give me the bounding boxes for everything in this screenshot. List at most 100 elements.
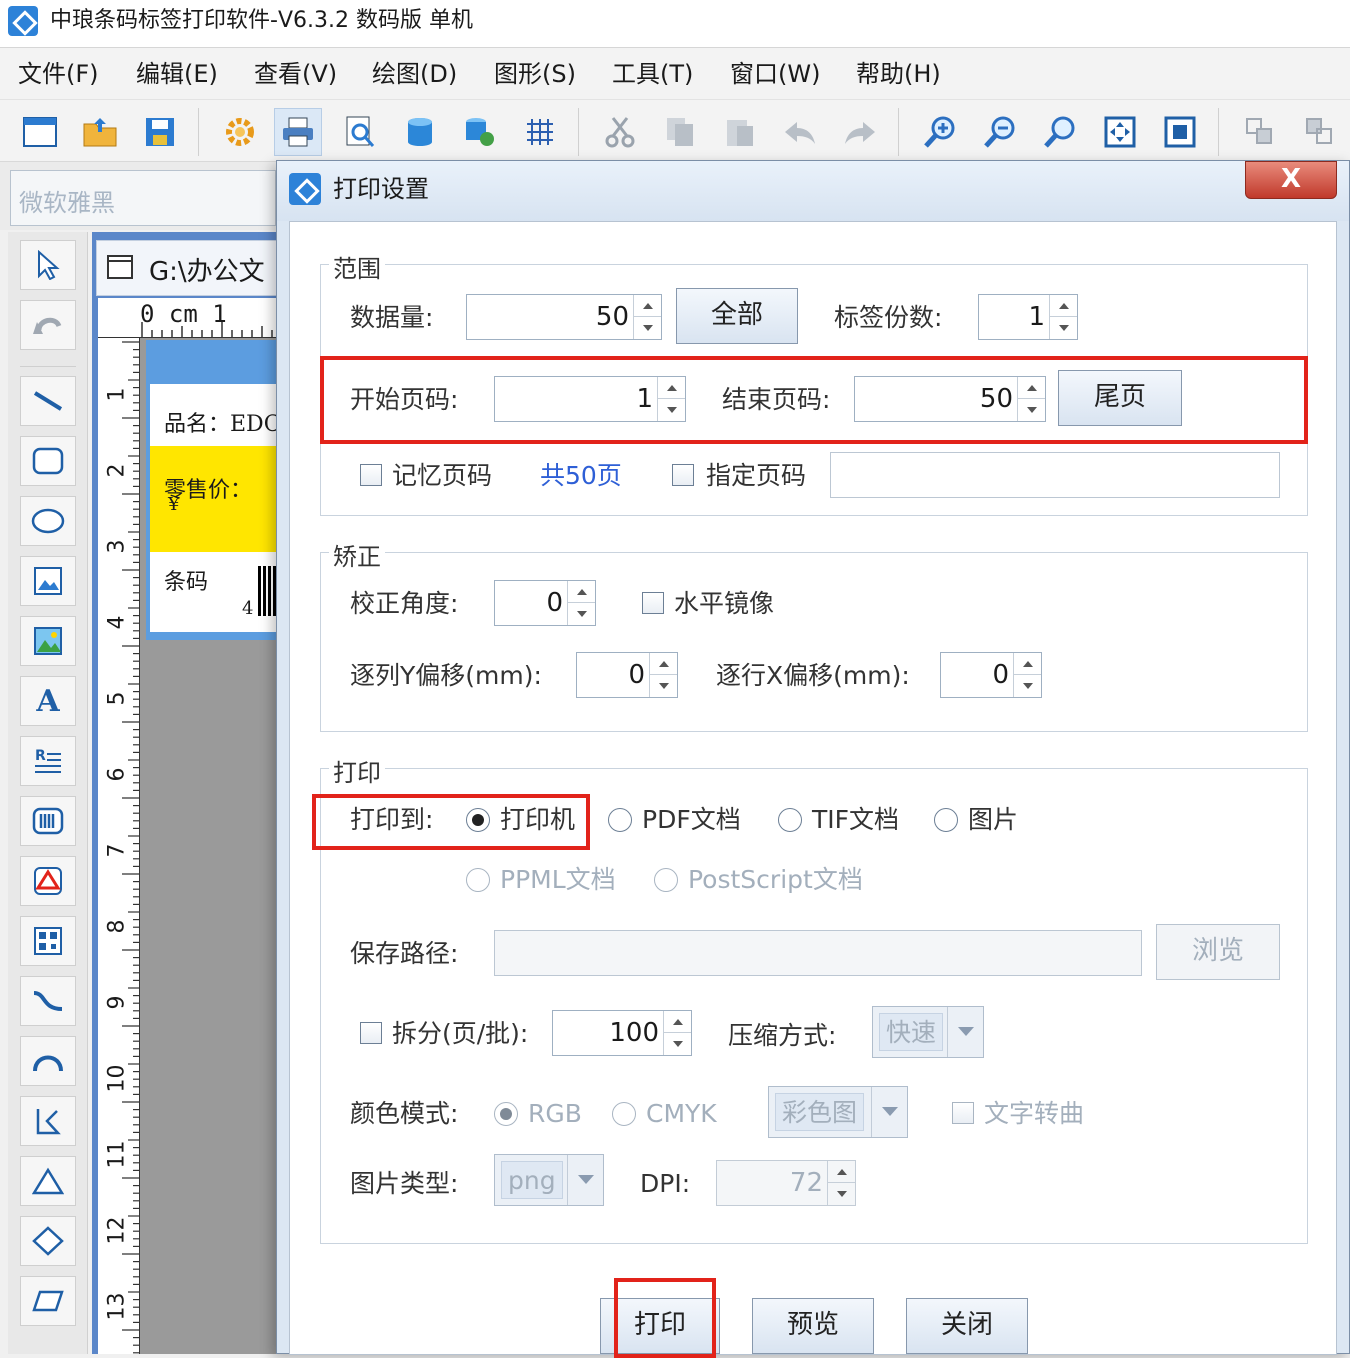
curve-tool-icon[interactable]	[20, 976, 76, 1026]
all-button[interactable]: 全部	[676, 288, 798, 344]
spin-arrows-icon[interactable]	[663, 1011, 691, 1055]
paste-icon[interactable]	[716, 108, 764, 156]
dpi-spinner[interactable]: 72	[716, 1160, 856, 1206]
text-to-curve-checkbox[interactable]	[952, 1102, 974, 1124]
copy-icon[interactable]	[656, 108, 704, 156]
qrcode-tool-icon[interactable]	[20, 916, 76, 966]
menu-view[interactable]: 查看(V)	[254, 58, 337, 90]
target-printer-radio[interactable]	[466, 808, 490, 832]
spin-arrows-icon[interactable]	[827, 1161, 855, 1205]
line-tool-icon[interactable]	[20, 376, 76, 426]
open-icon[interactable]	[76, 108, 124, 156]
polyline-tool-icon[interactable]	[20, 1096, 76, 1146]
font-family-select[interactable]: 微软雅黑	[10, 170, 276, 226]
col-y-offset-spinner[interactable]: 0	[576, 652, 678, 698]
triangle-tool-icon[interactable]	[20, 1156, 76, 1206]
spin-arrows-icon[interactable]	[633, 295, 661, 339]
menu-file[interactable]: 文件(F)	[18, 58, 99, 90]
bring-front-icon[interactable]	[1236, 108, 1284, 156]
rounded-rectangle-tool-icon[interactable]	[20, 436, 76, 486]
split-checkbox[interactable]	[360, 1022, 382, 1044]
print-button[interactable]: 打印	[600, 1298, 720, 1354]
zoom-out-icon[interactable]	[976, 108, 1024, 156]
redo-icon[interactable]	[836, 108, 884, 156]
database-settings-icon[interactable]	[456, 108, 504, 156]
logo-tool-icon[interactable]	[20, 856, 76, 906]
menu-tools[interactable]: 工具(T)	[612, 58, 693, 90]
actual-size-icon[interactable]	[1156, 108, 1204, 156]
compression-select[interactable]: 快速	[872, 1006, 984, 1058]
menu-window[interactable]: 窗口(W)	[730, 58, 820, 90]
target-tif-radio[interactable]	[778, 808, 802, 832]
copies-spinner[interactable]: 1	[978, 294, 1078, 340]
data-count-spinner[interactable]: 50	[466, 294, 662, 340]
preview-button[interactable]: 预览	[752, 1298, 874, 1354]
target-pdf-radio[interactable]	[608, 808, 632, 832]
ellipse-tool-icon[interactable]	[20, 496, 76, 546]
send-back-icon[interactable]	[1296, 108, 1344, 156]
start-page-spinner[interactable]: 1	[494, 376, 686, 422]
image-tool-icon[interactable]	[20, 556, 76, 606]
zoom-icon[interactable]	[1036, 108, 1084, 156]
menu-draw[interactable]: 绘图(D)	[372, 58, 457, 90]
label-product-name[interactable]: 品名：EDC	[164, 406, 281, 438]
chevron-down-icon[interactable]	[567, 1155, 603, 1205]
select-pointer-icon[interactable]	[20, 240, 76, 290]
dialog-close-button[interactable]: X	[1245, 161, 1337, 199]
spin-arrows-icon[interactable]	[1017, 377, 1045, 421]
spin-arrows-icon[interactable]	[649, 653, 677, 697]
multiline-text-tool-icon[interactable]: R	[20, 736, 76, 786]
split-spinner[interactable]: 100	[552, 1010, 692, 1056]
parallelogram-tool-icon[interactable]	[20, 1276, 76, 1326]
menu-help[interactable]: 帮助(H)	[856, 58, 941, 90]
spin-arrows-icon[interactable]	[567, 581, 595, 625]
rotate-tool-icon[interactable]	[20, 300, 76, 350]
last-page-button[interactable]: 尾页	[1058, 370, 1182, 426]
target-image-radio[interactable]	[934, 808, 958, 832]
save-path-input[interactable]	[494, 930, 1142, 976]
arc-tool-icon[interactable]	[20, 1036, 76, 1086]
angle-spinner[interactable]: 0	[494, 580, 596, 626]
barcode-tool-icon[interactable]	[20, 796, 76, 846]
image-type-select[interactable]: png	[494, 1154, 604, 1206]
spin-arrows-icon[interactable]	[1049, 295, 1077, 339]
grid-icon[interactable]	[516, 108, 564, 156]
fit-page-icon[interactable]	[1096, 108, 1144, 156]
menu-shape[interactable]: 图形(S)	[494, 58, 576, 90]
text-tool-icon[interactable]: A	[20, 676, 76, 726]
row-x-offset-spinner[interactable]: 0	[940, 652, 1042, 698]
color-type-select[interactable]: 彩色图	[768, 1086, 908, 1138]
diamond-tool-icon[interactable]	[20, 1216, 76, 1266]
document-tab[interactable]: G:\办公文	[96, 240, 286, 296]
print-preview-icon[interactable]	[336, 108, 384, 156]
cut-icon[interactable]	[596, 108, 644, 156]
zoom-in-icon[interactable]	[916, 108, 964, 156]
label-barcode-text[interactable]: 条码	[164, 564, 208, 596]
print-icon[interactable]	[274, 108, 322, 156]
target-ppml-radio[interactable]	[466, 868, 490, 892]
specify-page-input[interactable]	[830, 452, 1280, 498]
spin-arrows-icon[interactable]	[1013, 653, 1041, 697]
dialog-titlebar[interactable]: 打印设置 X	[277, 161, 1349, 221]
color-cmyk-radio[interactable]	[612, 1102, 636, 1126]
label-barcode[interactable]	[258, 566, 278, 616]
mirror-checkbox[interactable]	[642, 592, 664, 614]
chevron-down-icon[interactable]	[871, 1087, 907, 1137]
save-path-label: 保存路径:	[350, 939, 459, 968]
new-icon[interactable]	[16, 108, 64, 156]
close-button[interactable]: 关闭	[906, 1298, 1028, 1354]
settings-icon[interactable]	[216, 108, 264, 156]
specify-page-checkbox[interactable]	[672, 464, 694, 486]
menu-edit[interactable]: 编辑(E)	[136, 58, 218, 90]
color-rgb-radio[interactable]	[494, 1102, 518, 1126]
browse-button[interactable]: 浏览	[1156, 924, 1280, 980]
remember-page-checkbox[interactable]	[360, 464, 382, 486]
picture-tool-icon[interactable]	[20, 616, 76, 666]
database-icon[interactable]	[396, 108, 444, 156]
spin-arrows-icon[interactable]	[657, 377, 685, 421]
undo-icon[interactable]	[776, 108, 824, 156]
target-postscript-radio[interactable]	[654, 868, 678, 892]
save-icon[interactable]	[136, 108, 184, 156]
chevron-down-icon[interactable]	[947, 1007, 983, 1057]
end-page-spinner[interactable]: 50	[854, 376, 1046, 422]
